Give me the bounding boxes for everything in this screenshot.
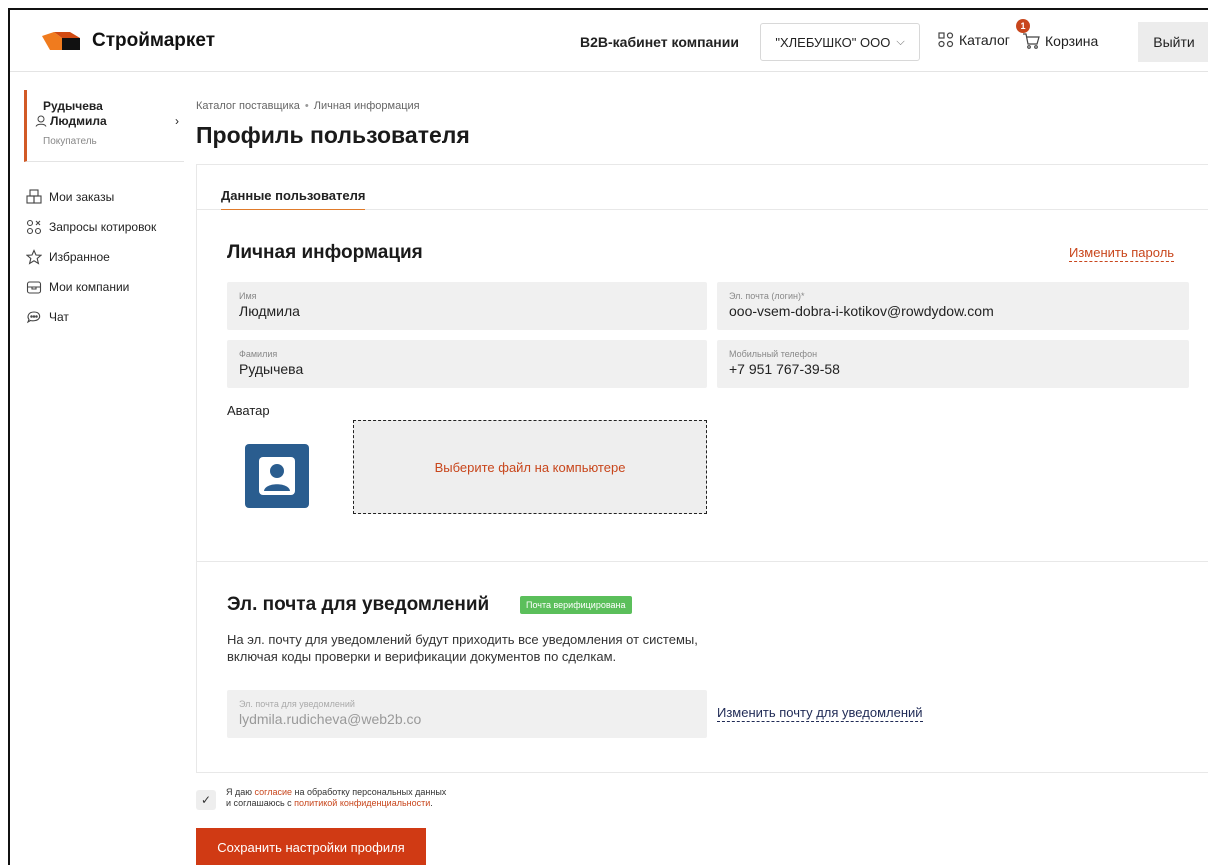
cart-icon: [1023, 33, 1040, 49]
catalog-label: Каталог: [959, 32, 1010, 48]
cart-icon-wrap: 1: [1016, 19, 1040, 50]
change-password-link[interactable]: Изменить пароль: [1069, 245, 1175, 262]
quotes-icon: [26, 219, 42, 235]
cart-link[interactable]: 1 Корзина: [1016, 19, 1099, 50]
consent-link[interactable]: согласие: [255, 787, 292, 797]
top-header: Строймаркет B2B-кабинет компании "ХЛЕБУШ…: [10, 10, 1208, 72]
company-select-value: "ХЛЕБУШКО" ООО: [775, 34, 891, 50]
chevron-right-icon: ›: [175, 114, 179, 128]
consent-text-part: и соглашаюсь с: [226, 798, 295, 808]
phone-field[interactable]: Мобильный телефон +7 951 767-39-58: [717, 340, 1189, 388]
notification-email-value: lydmila.rudicheva@web2b.co: [239, 711, 422, 727]
app-window: Строймаркет B2B-кабинет компании "ХЛЕБУШ…: [8, 8, 1208, 865]
breadcrumb: Каталог поставщика • Личная информация: [196, 100, 420, 112]
consent-text-part: Я даю: [226, 787, 255, 797]
notification-description-line: включая коды проверки и верификации доку…: [227, 649, 617, 664]
logout-button[interactable]: Выйти: [1138, 22, 1208, 62]
consent-row: ✓ Я даю согласие на обработку персональн…: [196, 787, 446, 810]
company-icon: [26, 281, 42, 294]
breadcrumb-current: Личная информация: [313, 100, 420, 112]
first-name-label: Имя: [239, 291, 257, 301]
avatar: [245, 444, 309, 508]
privacy-policy-link[interactable]: политикой конфиденциальности: [294, 798, 430, 808]
save-profile-button[interactable]: Сохранить настройки профиля: [196, 828, 426, 865]
consent-text: Я даю согласие на обработку персональных…: [226, 787, 446, 809]
consent-checkbox[interactable]: ✓: [196, 790, 216, 810]
sidebar-item-favorites[interactable]: Избранное: [26, 242, 156, 272]
notification-description-line: На эл. почту для уведомлений будут прихо…: [227, 632, 698, 647]
sidebar-item-label: Чат: [49, 310, 69, 324]
personal-info-title: Личная информация: [227, 242, 423, 263]
sidebar-item-companies[interactable]: Мои компании: [26, 272, 156, 302]
user-role: Покупатель: [43, 136, 97, 147]
section-divider: [197, 561, 1208, 562]
company-select[interactable]: "ХЛЕБУШКО" ООО ⌵: [760, 23, 920, 61]
logo-text: Строймаркет: [92, 30, 216, 51]
sidebar-item-orders[interactable]: Мои заказы: [26, 182, 156, 212]
verified-badge: Почта верифицирована: [520, 596, 632, 614]
user-profile-link[interactable]: Рудычева Людмила Покупатель ›: [24, 90, 184, 162]
avatar-upload-dropzone[interactable]: Выберите файл на компьютере: [353, 420, 707, 514]
notification-email-title: Эл. почта для уведомлений: [227, 594, 490, 615]
email-login-label: Эл. почта (логин)*: [729, 291, 805, 301]
notification-description: На эл. почту для уведомлений будут прихо…: [227, 631, 847, 665]
sidebar-menu: Мои заказы Запросы котировок Избранное М…: [26, 182, 156, 332]
page-title: Профиль пользователя: [196, 122, 470, 148]
cart-label: Корзина: [1045, 33, 1099, 49]
phone-value: +7 951 767-39-58: [729, 361, 840, 377]
sidebar-item-label: Мои компании: [49, 280, 130, 294]
last-name-field[interactable]: Фамилия Рудычева: [227, 340, 707, 388]
boxes-icon: [26, 189, 42, 204]
cart-count-badge: 1: [1016, 19, 1030, 33]
avatar-label: Аватар: [227, 403, 270, 418]
user-avatar-icon: [259, 457, 295, 495]
breadcrumb-parent-link[interactable]: Каталог поставщика: [196, 100, 300, 112]
sidebar-item-label: Мои заказы: [49, 190, 115, 204]
notification-email-field: Эл. почта для уведомлений lydmila.rudich…: [227, 690, 707, 738]
star-icon: [26, 249, 42, 265]
user-name-row: Людмила: [35, 114, 107, 128]
phone-label: Мобильный телефон: [729, 349, 818, 359]
tabs-bar: Данные пользователя: [196, 164, 1208, 212]
sidebar-item-label: Избранное: [49, 250, 110, 264]
logo-icon: [42, 32, 80, 50]
breadcrumb-separator: •: [304, 100, 309, 112]
catalog-icon: [938, 32, 954, 48]
user-last-name: Рудычева: [43, 99, 103, 113]
chat-icon: [26, 311, 41, 324]
sidebar-item-label: Запросы котировок: [49, 220, 157, 234]
notification-email-label: Эл. почта для уведомлений: [239, 699, 355, 709]
email-login-value: ooo-vsem-dobra-i-kotikov@rowdydow.com: [729, 303, 994, 319]
catalog-link[interactable]: Каталог: [938, 32, 1010, 48]
user-icon: [35, 115, 47, 127]
consent-text-part: .: [430, 798, 433, 808]
first-name-value: Людмила: [239, 303, 300, 319]
change-notification-email-link[interactable]: Изменить почту для уведомлений: [717, 705, 923, 722]
email-login-field[interactable]: Эл. почта (логин)* ooo-vsem-dobra-i-koti…: [717, 282, 1189, 330]
b2b-cabinet-link[interactable]: B2B-кабинет компании: [580, 34, 739, 50]
chevron-down-icon: ⌵: [896, 35, 905, 48]
first-name-field[interactable]: Имя Людмила: [227, 282, 707, 330]
last-name-label: Фамилия: [239, 349, 278, 359]
sidebar-item-quotes[interactable]: Запросы котировок: [26, 212, 156, 242]
user-first-name: Людмила: [50, 114, 107, 128]
sidebar-item-chat[interactable]: Чат: [26, 302, 156, 332]
last-name-value: Рудычева: [239, 361, 304, 377]
logo[interactable]: Строймаркет: [40, 30, 215, 52]
consent-text-part: на обработку персональных данных: [292, 787, 447, 797]
tab-user-data[interactable]: Данные пользователя: [221, 188, 366, 212]
profile-card: Личная информация Изменить пароль Имя Лю…: [196, 210, 1208, 773]
